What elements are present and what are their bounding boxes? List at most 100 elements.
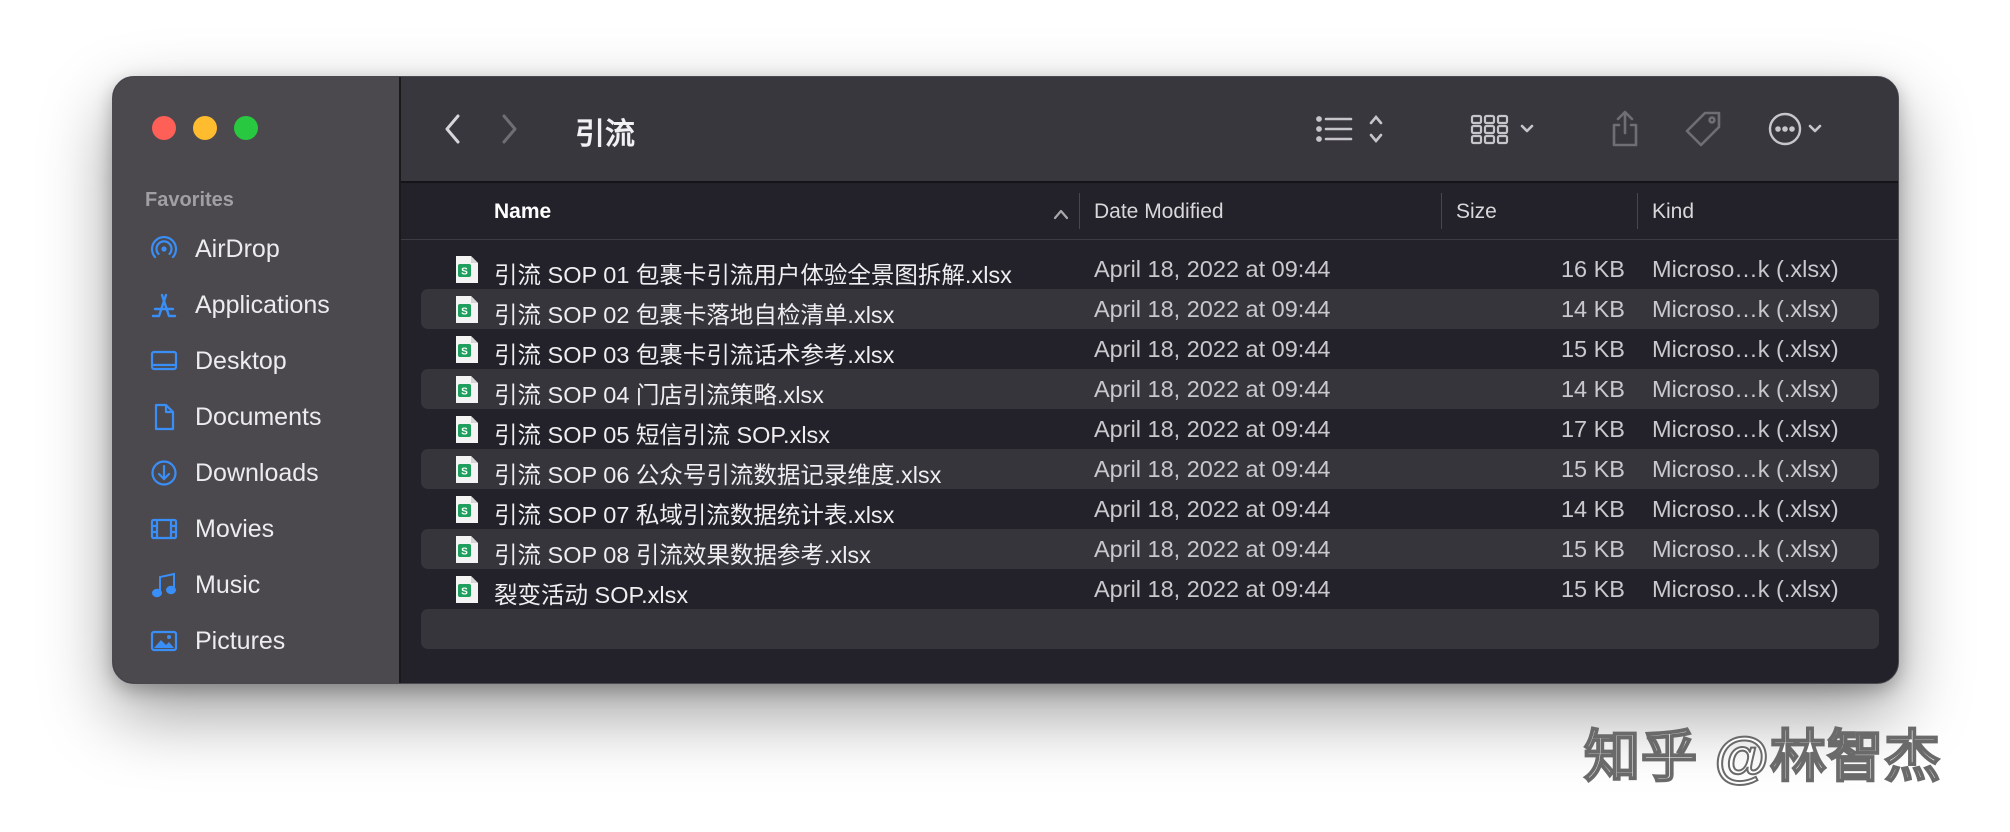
file-name: 引流 SOP 02 包裹卡落地自检清单.xlsx (494, 302, 895, 328)
file-date: April 18, 2022 at 09:44 (1094, 536, 1331, 562)
sidebar-item-label: Music (195, 570, 261, 599)
file-row[interactable]: S 引流 SOP 05 短信引流 SOP.xlsx April 18, 2022… (421, 409, 1879, 449)
file-size: 15 KB (1560, 456, 1625, 482)
sidebar-item-label: Documents (195, 402, 322, 431)
file-date: April 18, 2022 at 09:44 (1094, 336, 1331, 362)
sidebar-item-label: Desktop (195, 346, 287, 375)
file-kind: Microso…k (.xlsx) (1652, 536, 1839, 562)
file-size: 14 KB (1560, 496, 1625, 522)
file-size: 14 KB (1560, 296, 1625, 322)
svg-text:S: S (461, 467, 468, 478)
xlsx-file-icon: S (456, 376, 478, 403)
file-kind: Microso…k (.xlsx) (1652, 296, 1839, 322)
downloads-icon (149, 458, 179, 488)
sort-ascending-icon[interactable] (1052, 203, 1070, 227)
folder-title: 引流 (575, 118, 635, 151)
movies-icon (149, 514, 179, 544)
column-header-kind[interactable]: Kind (1652, 200, 1694, 224)
file-row[interactable]: S 引流 SOP 04 门店引流策略.xlsx April 18, 2022 a… (421, 369, 1879, 409)
file-kind: Microso…k (.xlsx) (1652, 576, 1839, 602)
sidebar-item-label: AirDrop (195, 234, 280, 263)
sidebar-item-music[interactable]: Music (113, 557, 399, 613)
column-header-bar: Name Date Modified Size Kind (401, 183, 1898, 240)
column-header-date[interactable]: Date Modified (1094, 200, 1224, 224)
svg-text:S: S (461, 267, 468, 278)
back-icon[interactable] (441, 111, 465, 147)
file-date: April 18, 2022 at 09:44 (1094, 256, 1331, 282)
toolbar: 引流 (401, 77, 1898, 183)
minimize-button[interactable] (193, 116, 217, 140)
file-row[interactable]: S 引流 SOP 02 包裹卡落地自检清单.xlsx April 18, 202… (421, 289, 1879, 329)
sidebar-item-label: Movies (195, 514, 275, 543)
grid-view-icon[interactable] (1470, 111, 1542, 147)
column-header-size[interactable]: Size (1456, 200, 1497, 224)
forward-icon[interactable] (497, 111, 521, 147)
file-kind: Microso…k (.xlsx) (1652, 376, 1839, 402)
sidebar-item-airdrop[interactable]: AirDrop (113, 221, 399, 277)
file-size: 15 KB (1560, 536, 1625, 562)
finder-window: Favorites AirDrop Applications Desktop D… (112, 76, 1899, 684)
zoom-button[interactable] (234, 116, 258, 140)
list-view-icon[interactable] (1315, 111, 1387, 147)
file-date: April 18, 2022 at 09:44 (1094, 376, 1331, 402)
airdrop-icon (149, 234, 179, 264)
sidebar-item-downloads[interactable]: Downloads (113, 445, 399, 501)
file-kind: Microso…k (.xlsx) (1652, 456, 1839, 482)
file-size: 17 KB (1560, 416, 1625, 442)
xlsx-file-icon: S (456, 256, 478, 283)
file-list: Name Date Modified Size Kind S 引流 SOP 01… (401, 183, 1898, 683)
file-row[interactable]: S 引流 SOP 07 私域引流数据统计表.xlsx April 18, 202… (421, 489, 1879, 529)
svg-text:S: S (461, 387, 468, 398)
file-name: 引流 SOP 03 包裹卡引流话术参考.xlsx (494, 342, 895, 368)
close-button[interactable] (152, 116, 176, 140)
file-name: 引流 SOP 01 包裹卡引流用户体验全景图拆解.xlsx (494, 262, 1012, 288)
file-date: April 18, 2022 at 09:44 (1094, 496, 1331, 522)
file-date: April 18, 2022 at 09:44 (1094, 456, 1331, 482)
sidebar-item-label: Applications (195, 290, 330, 319)
more-icon[interactable] (1768, 111, 1832, 147)
documents-icon (149, 402, 179, 432)
column-separator[interactable] (1637, 193, 1638, 229)
file-name: 引流 SOP 07 私域引流数据统计表.xlsx (494, 502, 895, 528)
svg-text:S: S (461, 587, 468, 598)
sidebar-item-desktop[interactable]: Desktop (113, 333, 399, 389)
svg-text:S: S (461, 547, 468, 558)
file-date: April 18, 2022 at 09:44 (1094, 296, 1331, 322)
xlsx-file-icon: S (456, 416, 478, 443)
xlsx-file-icon: S (456, 496, 478, 523)
file-row[interactable]: S 引流 SOP 01 包裹卡引流用户体验全景图拆解.xlsx April 18… (421, 249, 1879, 289)
xlsx-file-icon: S (456, 336, 478, 363)
sidebar-item-documents[interactable]: Documents (113, 389, 399, 445)
file-date: April 18, 2022 at 09:44 (1094, 416, 1331, 442)
column-header-name[interactable]: Name (494, 200, 551, 224)
desktop-icon (149, 346, 179, 376)
svg-text:S: S (461, 347, 468, 358)
file-name: 引流 SOP 08 引流效果数据参考.xlsx (494, 542, 871, 568)
tag-icon[interactable] (1681, 111, 1725, 147)
sidebar-favorites-list: AirDrop Applications Desktop Documents D… (113, 221, 399, 669)
xlsx-file-icon: S (456, 536, 478, 563)
svg-text:S: S (461, 427, 468, 438)
applications-icon (149, 290, 179, 320)
sidebar-item-label: Pictures (195, 626, 286, 655)
sidebar-item-applications[interactable]: Applications (113, 277, 399, 333)
file-row[interactable]: S 引流 SOP 06 公众号引流数据记录维度.xlsx April 18, 2… (421, 449, 1879, 489)
favorites-heading: Favorites (145, 189, 234, 211)
file-size: 15 KB (1560, 576, 1625, 602)
file-row[interactable]: S 引流 SOP 03 包裹卡引流话术参考.xlsx April 18, 202… (421, 329, 1879, 369)
share-icon[interactable] (1608, 110, 1642, 147)
file-name: 引流 SOP 05 短信引流 SOP.xlsx (494, 422, 831, 448)
xlsx-file-icon: S (456, 576, 478, 603)
file-row[interactable]: S 裂变活动 SOP.xlsx April 18, 2022 at 09:44 … (421, 569, 1879, 609)
sidebar-item-movies[interactable]: Movies (113, 501, 399, 557)
column-separator[interactable] (1441, 193, 1442, 229)
svg-text:S: S (461, 307, 468, 318)
file-size: 14 KB (1560, 376, 1625, 402)
file-kind: Microso…k (.xlsx) (1652, 336, 1839, 362)
column-separator[interactable] (1079, 193, 1080, 229)
sidebar-item-pictures[interactable]: Pictures (113, 613, 399, 669)
file-name: 引流 SOP 06 公众号引流数据记录维度.xlsx (494, 462, 942, 488)
file-kind: Microso…k (.xlsx) (1652, 256, 1839, 282)
file-row[interactable]: S 引流 SOP 08 引流效果数据参考.xlsx April 18, 2022… (421, 529, 1879, 569)
traffic-lights (152, 116, 258, 140)
